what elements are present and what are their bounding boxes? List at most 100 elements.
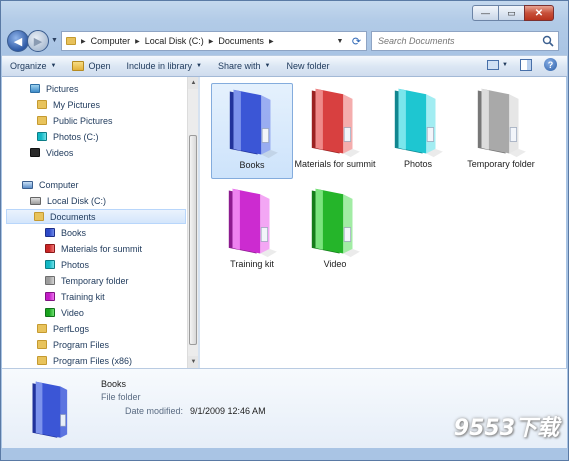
- breadcrumb-separator-icon[interactable]: ▶: [269, 38, 274, 45]
- tree-item-label: Photos (C:): [53, 131, 99, 142]
- tree-item[interactable]: Books: [45, 225, 86, 240]
- tree-item-label: Videos: [46, 147, 74, 158]
- close-button[interactable]: ✕: [524, 5, 554, 21]
- include-in-library-label: Include in library: [126, 61, 193, 71]
- folder-tile[interactable]: Video: [294, 183, 376, 279]
- folder-icon: [45, 260, 55, 269]
- scroll-down-button[interactable]: ▼: [188, 356, 198, 368]
- new-folder-button[interactable]: New folder: [278, 56, 337, 76]
- folder-icon: [45, 308, 55, 317]
- tree-item[interactable]: Documents: [6, 209, 186, 224]
- tree-item-label: Public Pictures: [53, 115, 113, 126]
- help-icon[interactable]: ?: [544, 58, 557, 71]
- tree-item-label: Materials for summit: [61, 243, 143, 254]
- tree-item-label: Books: [61, 227, 87, 238]
- organize-button[interactable]: Organize ▼: [2, 56, 64, 76]
- forward-arrow-icon: ▶: [33, 35, 43, 48]
- preview-pane-icon[interactable]: [520, 58, 532, 71]
- open-button[interactable]: Open: [64, 56, 118, 76]
- tree-item-label: Training kit: [61, 291, 105, 302]
- tree-item[interactable]: Materials for summit: [45, 241, 142, 256]
- tree-item[interactable]: Video: [45, 305, 84, 320]
- tree-item[interactable]: Training kit: [45, 289, 105, 304]
- folder-icon: [34, 212, 44, 221]
- details-date-label: Date modified:: [125, 406, 184, 416]
- forward-button[interactable]: ▶: [27, 30, 49, 52]
- include-in-library-button[interactable]: Include in library ▼: [119, 56, 210, 76]
- address-bar[interactable]: ▶ Computer ▶ Local Disk (C:) ▶ Documents ▶ …: [61, 31, 348, 51]
- watermark: 9553下载: [453, 416, 559, 441]
- tree-item[interactable]: Photos: [45, 257, 89, 272]
- breadcrumb-label: Computer: [90, 36, 131, 46]
- tree-item[interactable]: Photos (C:): [37, 129, 99, 144]
- folder-icon: [37, 356, 47, 365]
- folder-label: Materials for summit: [294, 159, 376, 169]
- tree-item-label: Program Files (x86): [53, 355, 133, 366]
- explorer-window: — ▭ ✕ ◀ ▶ ▼ ▶ Computer ▶ Local Disk (C:) ▶…: [0, 0, 569, 461]
- breadcrumb-computer[interactable]: Computer ▶: [86, 36, 140, 46]
- share-with-button[interactable]: Share with ▼: [210, 56, 278, 76]
- change-view-icon[interactable]: [487, 59, 500, 70]
- folder-icon: [66, 37, 76, 45]
- address-dropdown-button[interactable]: ▼: [333, 32, 347, 50]
- close-icon: ✕: [534, 7, 544, 19]
- folder-icon: [37, 132, 47, 141]
- scroll-up-button[interactable]: ▲: [188, 77, 198, 89]
- tree-item[interactable]: My Pictures: [37, 97, 100, 112]
- folder-tile[interactable]: Photos: [377, 83, 459, 179]
- tree-item[interactable]: Temporary folder: [45, 273, 129, 288]
- refresh-button[interactable]: ⟳: [347, 31, 367, 51]
- breadcrumb-label: Documents: [218, 36, 264, 46]
- search-icon[interactable]: [542, 35, 554, 47]
- tree-item[interactable]: Program Files (x86): [37, 353, 132, 368]
- command-bar: Organize ▼ Open Include in library ▼ Share…: [2, 55, 567, 77]
- scrollbar-thumb[interactable]: [189, 135, 197, 345]
- folder-icon: [477, 88, 526, 158]
- chevron-down-icon[interactable]: ▼: [502, 62, 508, 68]
- view-controls: ▼ ?: [487, 58, 557, 71]
- minimize-button[interactable]: —: [472, 5, 498, 21]
- tree-item[interactable]: Computer: [22, 177, 79, 192]
- tree-item[interactable]: Public Pictures: [37, 113, 113, 128]
- tree-item[interactable]: Pictures: [30, 81, 79, 96]
- folder-icon: [37, 340, 47, 349]
- folder-tile[interactable]: Materials for summit: [294, 83, 376, 179]
- tree-item[interactable]: Program Files: [37, 337, 109, 352]
- navigation-pane: Pictures My Pictures Public Pictures Photos…: [2, 77, 198, 368]
- back-button[interactable]: ◀: [7, 30, 29, 52]
- folder-tile[interactable]: Books: [211, 83, 293, 179]
- folder-icon: [45, 228, 55, 237]
- maximize-button[interactable]: ▭: [498, 5, 524, 21]
- folder-icon: [45, 244, 55, 253]
- tree-item-label: Pictures: [46, 83, 79, 94]
- search-box: [371, 31, 559, 51]
- navigation-scrollbar[interactable]: ▲ ▼: [187, 77, 198, 368]
- tree-item-label: Temporary folder: [61, 275, 129, 286]
- tree-item[interactable]: Local Disk (C:): [30, 193, 106, 208]
- tree-item-label: Photos: [61, 259, 90, 270]
- details-item-name: Books: [101, 379, 127, 389]
- folder-icon: [37, 100, 47, 109]
- tree-item[interactable]: Videos: [30, 145, 73, 160]
- maximize-icon: ▭: [507, 7, 516, 18]
- tree-item-label: My Pictures: [53, 99, 101, 110]
- folder-label: Video: [323, 259, 347, 269]
- breadcrumb-documents[interactable]: Documents ▶: [213, 36, 273, 46]
- tree-item[interactable]: PerfLogs: [37, 321, 89, 336]
- folder-tile[interactable]: Temporary folder: [460, 83, 542, 179]
- caption-buttons: — ▭ ✕: [472, 5, 554, 21]
- videos-library-icon: [30, 148, 40, 157]
- folder-icon: [311, 188, 360, 258]
- open-label: Open: [88, 61, 111, 71]
- share-with-label: Share with: [218, 61, 261, 71]
- folder-icon: [45, 276, 55, 285]
- details-date-value: 9/1/2009 12:46 AM: [190, 406, 266, 416]
- chevron-down-icon: ▼: [336, 37, 344, 45]
- chevron-down-icon: ▼: [264, 63, 271, 69]
- folder-tile[interactable]: Training kit: [211, 183, 293, 279]
- chevron-down-icon: ▼: [51, 37, 58, 44]
- breadcrumb-local-disk[interactable]: Local Disk (C:) ▶: [140, 36, 214, 46]
- folder-icon: [32, 381, 68, 438]
- search-input[interactable]: [378, 36, 536, 46]
- recent-pages-button[interactable]: ▼: [51, 37, 58, 44]
